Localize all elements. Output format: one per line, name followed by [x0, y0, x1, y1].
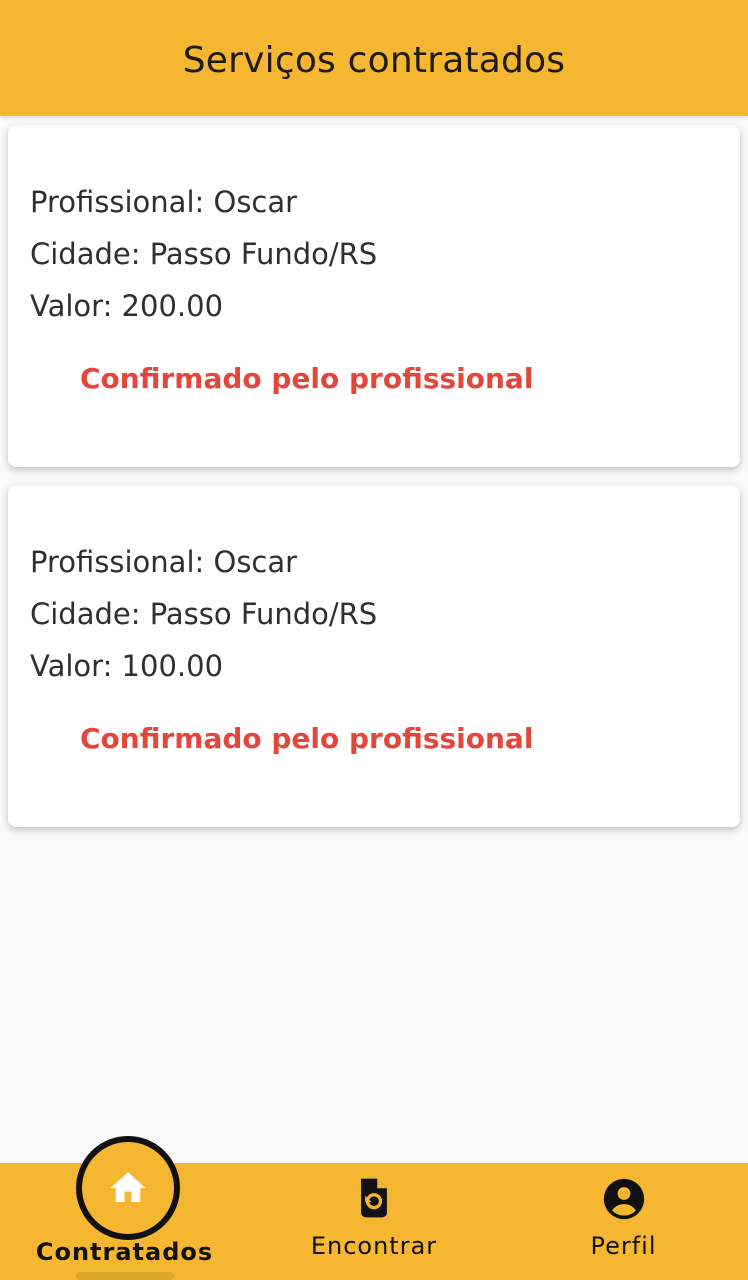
home-icon: [107, 1167, 149, 1209]
nav-label-contratados: Contratados: [35, 1238, 214, 1266]
nav-label-perfil: Perfil: [590, 1232, 657, 1260]
page-title: Serviços contratados: [182, 39, 566, 81]
account-circle-icon: [602, 1177, 646, 1221]
service-card[interactable]: Profissional: Oscar Cidade: Passo Fundo/…: [8, 485, 740, 827]
nav-item-perfil[interactable]: Perfil: [499, 1163, 748, 1280]
bottom-navigation: Contratados Encontrar Perfil: [0, 1136, 748, 1280]
app-bar: Serviços contratados: [0, 0, 748, 116]
nav-item-contratados[interactable]: Contratados: [0, 1136, 249, 1280]
city-label: Cidade: Passo Fundo/RS: [30, 237, 378, 271]
status-text: Confirmado pelo profissional: [80, 362, 534, 395]
find-document-icon: [354, 1177, 394, 1219]
selected-nav-indicator: [76, 1136, 180, 1240]
city-label: Cidade: Passo Fundo/RS: [30, 597, 378, 631]
home-indicator-bar: [76, 1272, 174, 1280]
nav-item-encontrar[interactable]: Encontrar: [249, 1163, 499, 1280]
status-text: Confirmado pelo profissional: [80, 722, 534, 755]
professional-label: Profissional: Oscar: [30, 545, 298, 579]
value-label: Valor: 100.00: [30, 649, 224, 683]
nav-label-encontrar: Encontrar: [310, 1232, 438, 1260]
professional-label: Profissional: Oscar: [30, 185, 298, 219]
service-card[interactable]: Profissional: Oscar Cidade: Passo Fundo/…: [8, 125, 740, 467]
value-label: Valor: 200.00: [30, 289, 224, 323]
